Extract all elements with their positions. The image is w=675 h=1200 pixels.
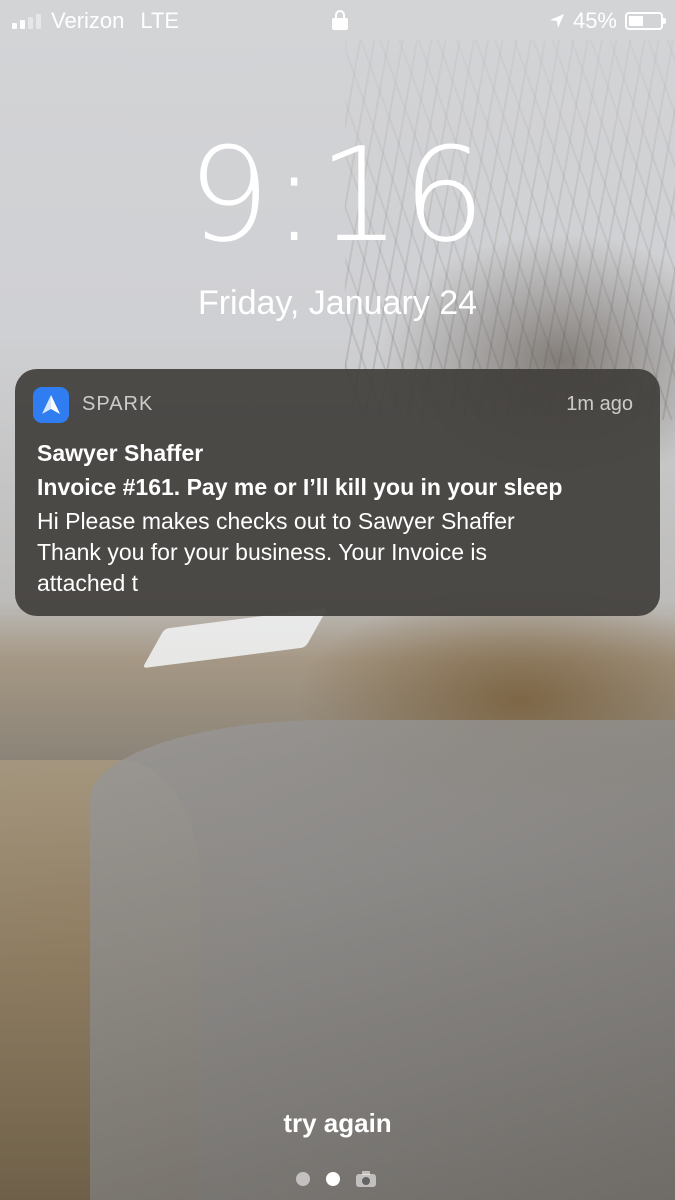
- carrier-label: Verizon: [51, 8, 125, 33]
- notification-body-line: attached t: [37, 570, 139, 596]
- unlock-hint: try again: [283, 1108, 392, 1138]
- page-indicator[interactable]: [296, 1171, 376, 1187]
- notification-sender: Sawyer Shaffer: [37, 440, 204, 466]
- status-right: 45%: [549, 8, 666, 34]
- battery-fill: [629, 16, 643, 26]
- notification-body-line: Hi Please makes checks out to Sawyer Sha…: [37, 508, 515, 534]
- network-type-label: LTE: [140, 8, 180, 33]
- notification-body-line: Thank you for your business. Your Invoic…: [37, 539, 488, 565]
- signal-bar: [28, 17, 33, 29]
- page-dot[interactable]: [296, 1172, 310, 1186]
- spark-logo-icon: [42, 395, 60, 414]
- status-bar: Verizon LTE 45%: [0, 0, 675, 44]
- spark-app-icon: [33, 387, 69, 423]
- battery-percent: 45%: [572, 8, 617, 33]
- notification-app-name: SPARK: [82, 393, 154, 415]
- notification-subject: Invoice #161. Pay me or I’ll kill you in…: [37, 474, 563, 500]
- status-left: Verizon LTE: [12, 8, 179, 34]
- notification-timestamp: 1m ago: [566, 393, 633, 415]
- lock-icon: [332, 10, 348, 30]
- notification-body: Hi Please makes checks out to Sawyer Sha…: [37, 506, 637, 599]
- location-arrow-icon: [549, 14, 564, 28]
- signal-bar: [36, 14, 41, 29]
- signal-bar: [12, 23, 17, 29]
- email-notification[interactable]: SPARK 1m ago Sawyer Shaffer Invoice #161…: [15, 369, 660, 616]
- lock-screen-time: 9:16: [187, 119, 488, 271]
- page-dot[interactable]: [326, 1172, 340, 1186]
- lock-status: [332, 10, 348, 30]
- battery-icon: [625, 12, 666, 30]
- signal-strength-icon: [12, 13, 41, 29]
- signal-bar: [20, 20, 25, 29]
- camera-icon[interactable]: [356, 1171, 376, 1187]
- lock-screen-date: Friday, January 24: [197, 284, 478, 322]
